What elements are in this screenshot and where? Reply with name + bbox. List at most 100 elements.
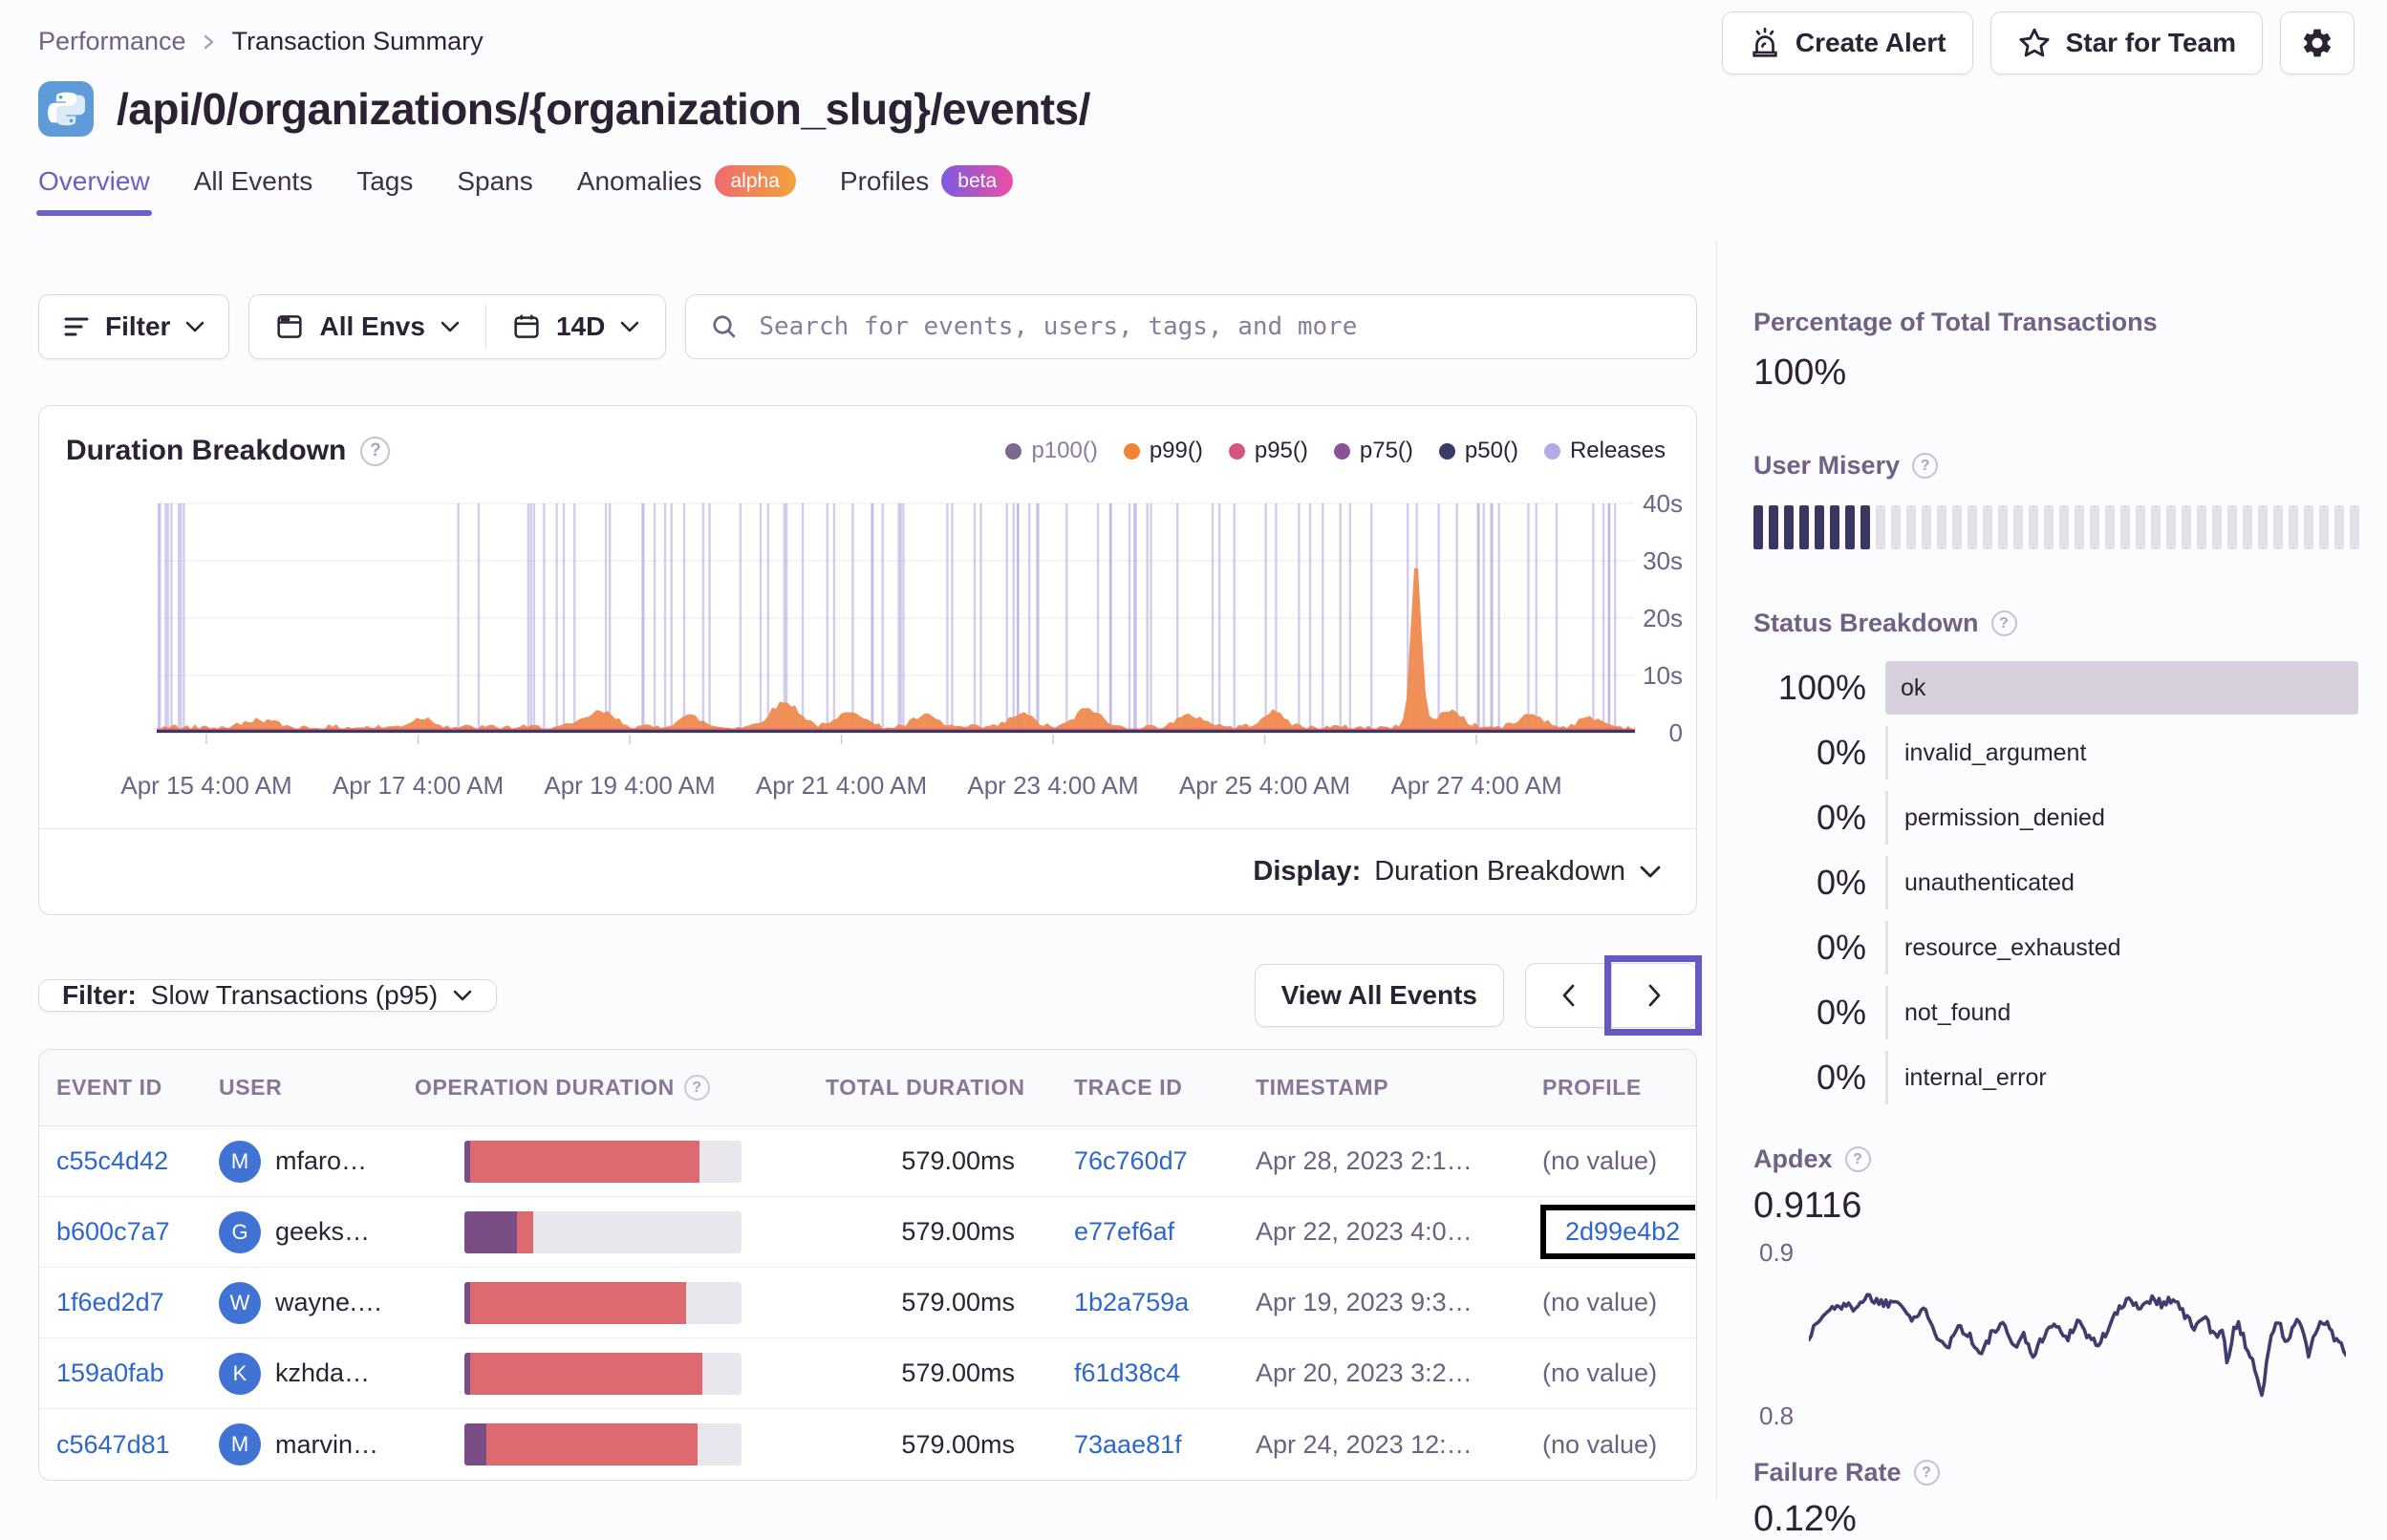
date-range-dropdown[interactable]: 14D	[486, 295, 665, 358]
legend-item-p99[interactable]: p99()	[1123, 438, 1203, 464]
tab-label: Profiles	[839, 165, 930, 196]
y-tick-label: 0	[1668, 718, 1683, 747]
status-row-ok: 100% ok	[1753, 655, 2358, 720]
tab-label: All Events	[193, 166, 313, 196]
column-header-label: TOTAL DURATION	[826, 1075, 1025, 1100]
legend-item-p50[interactable]: p50()	[1438, 438, 1518, 464]
profile-no-value: (no value)	[1542, 1146, 1658, 1175]
help-icon[interactable]: ?	[360, 436, 391, 466]
legend-label: Releases	[1569, 438, 1666, 463]
legend-item-p75[interactable]: p75()	[1333, 438, 1413, 464]
x-tick-label: Apr 19 4:00 AM	[544, 771, 716, 800]
view-all-events-button[interactable]: View All Events	[1254, 964, 1504, 1027]
help-icon[interactable]: ?	[683, 1075, 710, 1101]
help-icon[interactable]: ?	[1844, 1146, 1871, 1172]
misery-tick	[2289, 505, 2298, 549]
column-header-trace-id[interactable]: TRACE ID	[1057, 1075, 1238, 1101]
total-duration-cell: 579.00ms	[901, 1429, 1015, 1459]
event-id-link[interactable]: c5647d81	[56, 1430, 170, 1459]
tab-profiles[interactable]: Profiles beta	[839, 165, 1014, 216]
legend-label: p99()	[1149, 438, 1203, 463]
legend-item-p100[interactable]: p100()	[1005, 438, 1098, 464]
breadcrumb-performance[interactable]: Performance	[38, 27, 186, 56]
column-header-event-id[interactable]: EVENT ID	[39, 1075, 202, 1101]
column-header-profile[interactable]: PROFILE	[1525, 1075, 1695, 1101]
filter-dropdown[interactable]: Filter	[38, 294, 230, 359]
search-input[interactable]	[757, 311, 1673, 342]
trace-id-cell: f61d38c4	[1057, 1358, 1238, 1388]
tab-all-events[interactable]: All Events	[194, 166, 313, 216]
tab-anomalies[interactable]: Anomalies alpha	[577, 165, 796, 216]
chevron-right-icon	[1648, 984, 1661, 1007]
settings-button[interactable]	[2280, 11, 2355, 75]
event-id-cell: 159a0fab	[39, 1358, 202, 1388]
transaction-filter-dropdown[interactable]: Filter: Slow Transactions (p95)	[38, 979, 498, 1012]
trace-id-link[interactable]: f61d38c4	[1074, 1358, 1180, 1387]
legend-item-p95[interactable]: p95()	[1228, 438, 1308, 464]
star-for-team-button[interactable]: Star for Team	[1989, 11, 2263, 75]
column-header-user[interactable]: USER	[202, 1075, 398, 1101]
status-row-unauthenticated: 0% unauthenticated	[1753, 850, 2358, 915]
trace-id-cell: 73aae81f	[1057, 1430, 1238, 1460]
apdex-value: 0.9116	[1753, 1186, 1862, 1226]
help-icon[interactable]: ?	[1912, 453, 1939, 479]
column-header-total-duration[interactable]: TOTAL DURATION	[808, 1075, 1057, 1101]
profile-link[interactable]: 2d99e4b2	[1565, 1217, 1680, 1246]
legend-label: p100()	[1031, 438, 1098, 463]
timestamp-cell: Apr 28, 2023 2:1…	[1256, 1146, 1473, 1175]
previous-page-button[interactable]	[1525, 963, 1611, 1028]
operation-duration-cell	[398, 1140, 808, 1183]
legend-item-Releases[interactable]: Releases	[1543, 438, 1666, 464]
legend-dot	[1123, 442, 1140, 460]
misery-tick	[2029, 505, 2038, 549]
apdex-y-top: 0.9	[1759, 1238, 1795, 1267]
misery-tick	[1891, 505, 1901, 549]
create-alert-button[interactable]: Create Alert	[1721, 11, 1973, 75]
help-icon[interactable]: ?	[1990, 610, 2017, 636]
avatar: G	[219, 1210, 261, 1253]
misery-tick	[1799, 505, 1809, 549]
user-cell: Kkzhda…	[202, 1352, 398, 1395]
timestamp-cell: Apr 19, 2023 9:3…	[1256, 1288, 1473, 1316]
operation-duration-cell	[398, 1423, 808, 1465]
sidebar: Percentage of Total Transactions 100% Us…	[1716, 241, 2387, 1539]
apdex-heading: Apdex ?	[1753, 1144, 2358, 1174]
transaction-filter-value: Slow Transactions (p95)	[150, 980, 439, 1010]
display-dropdown[interactable]: Display: Duration Breakdown	[39, 829, 1696, 914]
environment-dropdown[interactable]: All Envs	[249, 295, 484, 358]
gear-icon	[2300, 26, 2334, 60]
user-name: kzhda…	[275, 1358, 371, 1387]
table-row: b600c7a7 Ggeeks… 579.00ms e77ef6af Apr 22, 2…	[39, 1197, 1696, 1268]
column-header-timestamp[interactable]: TIMESTAMP	[1238, 1075, 1525, 1101]
misery-tick	[2304, 505, 2313, 549]
top-bar: Performance Transaction Summary Create A…	[0, 0, 2387, 75]
column-header-label: OPERATION DURATION	[415, 1075, 675, 1100]
next-page-button[interactable]	[1611, 963, 1697, 1028]
help-icon[interactable]: ?	[1913, 1460, 1940, 1486]
trace-id-link[interactable]: 1b2a759a	[1074, 1288, 1189, 1316]
pagination	[1525, 955, 1702, 1036]
profile-no-value: (no value)	[1542, 1429, 1658, 1459]
y-tick-label: 10s	[1643, 661, 1683, 690]
duration-chart-plot[interactable]	[157, 498, 1635, 748]
misery-tick	[2090, 505, 2099, 549]
tab-spans[interactable]: Spans	[457, 166, 532, 216]
trace-id-link[interactable]: 76c760d7	[1074, 1146, 1188, 1175]
event-id-link[interactable]: c55c4d42	[56, 1146, 168, 1175]
status-row-permission_denied: 0% permission_denied	[1753, 785, 2358, 850]
misery-tick	[2166, 505, 2176, 549]
event-id-link[interactable]: b600c7a7	[56, 1217, 170, 1246]
op-segment-db	[464, 1210, 518, 1253]
badge-alpha: alpha	[714, 165, 796, 197]
column-header-operation-duration[interactable]: OPERATION DURATION?	[398, 1075, 808, 1101]
status-bar-line	[1885, 856, 1888, 909]
event-id-cell: c55c4d42	[39, 1146, 202, 1176]
tab-tags[interactable]: Tags	[356, 166, 413, 216]
trace-id-link[interactable]: e77ef6af	[1074, 1217, 1174, 1246]
tab-overview[interactable]: Overview	[36, 166, 152, 216]
status-zero-bar: permission_denied	[1885, 791, 2358, 845]
trace-id-link[interactable]: 73aae81f	[1074, 1430, 1182, 1459]
status-breakdown-heading: Status Breakdown ?	[1753, 609, 2358, 638]
event-id-link[interactable]: 159a0fab	[56, 1358, 164, 1387]
event-id-link[interactable]: 1f6ed2d7	[56, 1288, 164, 1316]
